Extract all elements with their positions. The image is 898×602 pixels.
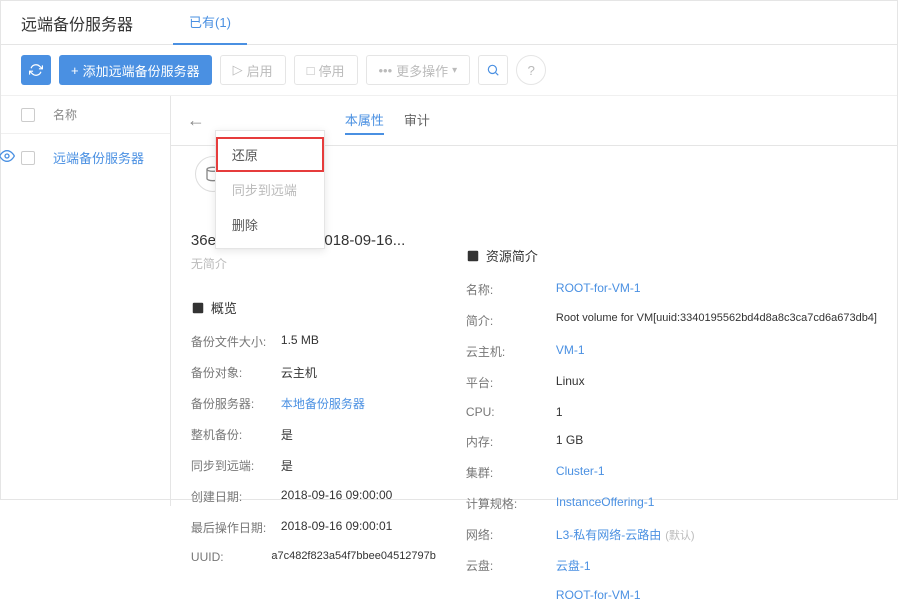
tab-basic[interactable]: 本属性 — [345, 106, 384, 135]
resource-section-title: 资源简介 — [466, 246, 877, 265]
add-server-button[interactable]: + 添加远端备份服务器 — [59, 55, 212, 85]
tab-existing[interactable]: 已有(1) — [173, 0, 247, 45]
kv-sync: 同步到远端:是 — [191, 457, 436, 474]
kv-server: 备份服务器:本地备份服务器 — [191, 395, 436, 412]
kv-res-cluster: 集群:Cluster-1 — [466, 464, 877, 481]
root-volume-link[interactable]: ROOT-for-VM-1 — [556, 281, 641, 298]
cluster-link[interactable]: Cluster-1 — [556, 464, 605, 481]
page-header: 远端备份服务器 已有(1) — [1, 1, 897, 45]
detail-tabs: 本属性 审计 — [345, 106, 430, 135]
instance-offering-link[interactable]: InstanceOffering-1 — [556, 495, 655, 512]
tab-audit[interactable]: 审计 — [404, 106, 430, 135]
detail-panel: ← 本属性 审计 还原 同步到远端 删除 36eab640-backup-201… — [171, 96, 897, 506]
kv-whole: 整机备份:是 — [191, 426, 436, 443]
actions-dropdown: 还原 同步到远端 删除 — [215, 130, 325, 249]
kv-res-name: 名称:ROOT-for-VM-1 — [466, 281, 877, 298]
default-badge: (默认) — [665, 530, 694, 542]
play-icon: ▷ — [233, 62, 243, 78]
refresh-icon — [29, 63, 43, 77]
toolbar: + 添加远端备份服务器 ▷ 启用 □ 停用 ••• 更多操作 ▾ ? — [1, 45, 897, 96]
vm-link[interactable]: VM-1 — [556, 343, 585, 360]
resource-title-text: 资源简介 — [486, 246, 538, 265]
network-link[interactable]: L3-私有网络-云路由(默认) — [556, 526, 695, 543]
kv-res-mem: 内存:1 GB — [466, 433, 877, 450]
kv-res-plan: 计算规格:InstanceOffering-1 — [466, 495, 877, 512]
start-label: 启用 — [247, 61, 273, 80]
kv-res-brief: 简介:Root volume for VM[uuid:3340195562bd4… — [466, 312, 877, 329]
overview-section-title: 概览 — [191, 298, 436, 317]
visibility-icon — [0, 148, 15, 167]
list-row[interactable]: 远端备份服务器 — [1, 134, 170, 181]
refresh-button[interactable] — [21, 55, 51, 85]
plus-icon: + — [71, 63, 79, 78]
search-icon — [486, 63, 500, 77]
kv-size: 备份文件大小:1.5 MB — [191, 333, 436, 350]
row-checkbox[interactable] — [21, 151, 35, 165]
dropdown-delete[interactable]: 删除 — [216, 207, 324, 242]
help-icon: ? — [527, 63, 534, 78]
content-area: 名称 远端备份服务器 ← 本属性 审计 还原 同步到远端 删除 — [1, 96, 897, 506]
help-button[interactable]: ? — [516, 55, 546, 85]
info-icon — [466, 249, 480, 263]
chevron-down-icon: ▾ — [452, 65, 457, 76]
overview-title-text: 概览 — [211, 298, 237, 317]
list-header: 名称 — [1, 96, 170, 134]
kv-res-net: 网络:L3-私有网络-云路由(默认) — [466, 526, 877, 543]
kv-res-platform: 平台:Linux — [466, 374, 877, 391]
kv-res-host: 云主机:VM-1 — [466, 343, 877, 360]
server-list-panel: 名称 远端备份服务器 — [1, 96, 171, 506]
resource-column: 资源简介 名称:ROOT-for-VM-1 简介:Root volume for… — [456, 146, 897, 506]
kv-created: 创建日期:2018-09-16 09:00:00 — [191, 488, 436, 505]
start-button[interactable]: ▷ 启用 — [220, 55, 286, 85]
select-all-checkbox[interactable] — [21, 108, 35, 122]
kv-lastop: 最后操作日期:2018-09-16 09:00:01 — [191, 519, 436, 536]
kv-res-root: ROOT-for-VM-1 — [466, 588, 877, 602]
dropdown-sync[interactable]: 同步到远端 — [216, 172, 324, 207]
kv-uuid: UUID:a7c482f823a54f7bbee04512797b — [191, 550, 436, 564]
kv-res-disk: 云盘:云盘-1 — [466, 557, 877, 574]
dots-icon: ••• — [379, 63, 393, 78]
root-disk-link[interactable]: ROOT-for-VM-1 — [556, 588, 641, 602]
backup-subtitle: 无简介 — [191, 255, 436, 272]
more-actions-button[interactable]: ••• 更多操作 ▾ — [366, 55, 471, 85]
dropdown-restore[interactable]: 还原 — [216, 137, 324, 172]
stop-icon: □ — [307, 63, 315, 78]
search-button[interactable] — [478, 55, 508, 85]
back-button[interactable]: ← — [187, 110, 205, 131]
stop-label: 停用 — [318, 61, 344, 80]
kv-res-cpu: CPU:1 — [466, 405, 877, 419]
list-icon — [191, 301, 205, 315]
stop-button[interactable]: □ 停用 — [294, 55, 358, 85]
server-name-link[interactable]: 远端备份服务器 — [53, 148, 144, 167]
add-server-label: 添加远端备份服务器 — [83, 61, 200, 80]
kv-target: 备份对象:云主机 — [191, 364, 436, 381]
backup-server-link[interactable]: 本地备份服务器 — [281, 395, 365, 412]
page-title: 远端备份服务器 — [21, 11, 133, 35]
col-name-header: 名称 — [53, 106, 77, 123]
more-label: 更多操作 — [396, 61, 448, 80]
disk-link[interactable]: 云盘-1 — [556, 557, 591, 574]
